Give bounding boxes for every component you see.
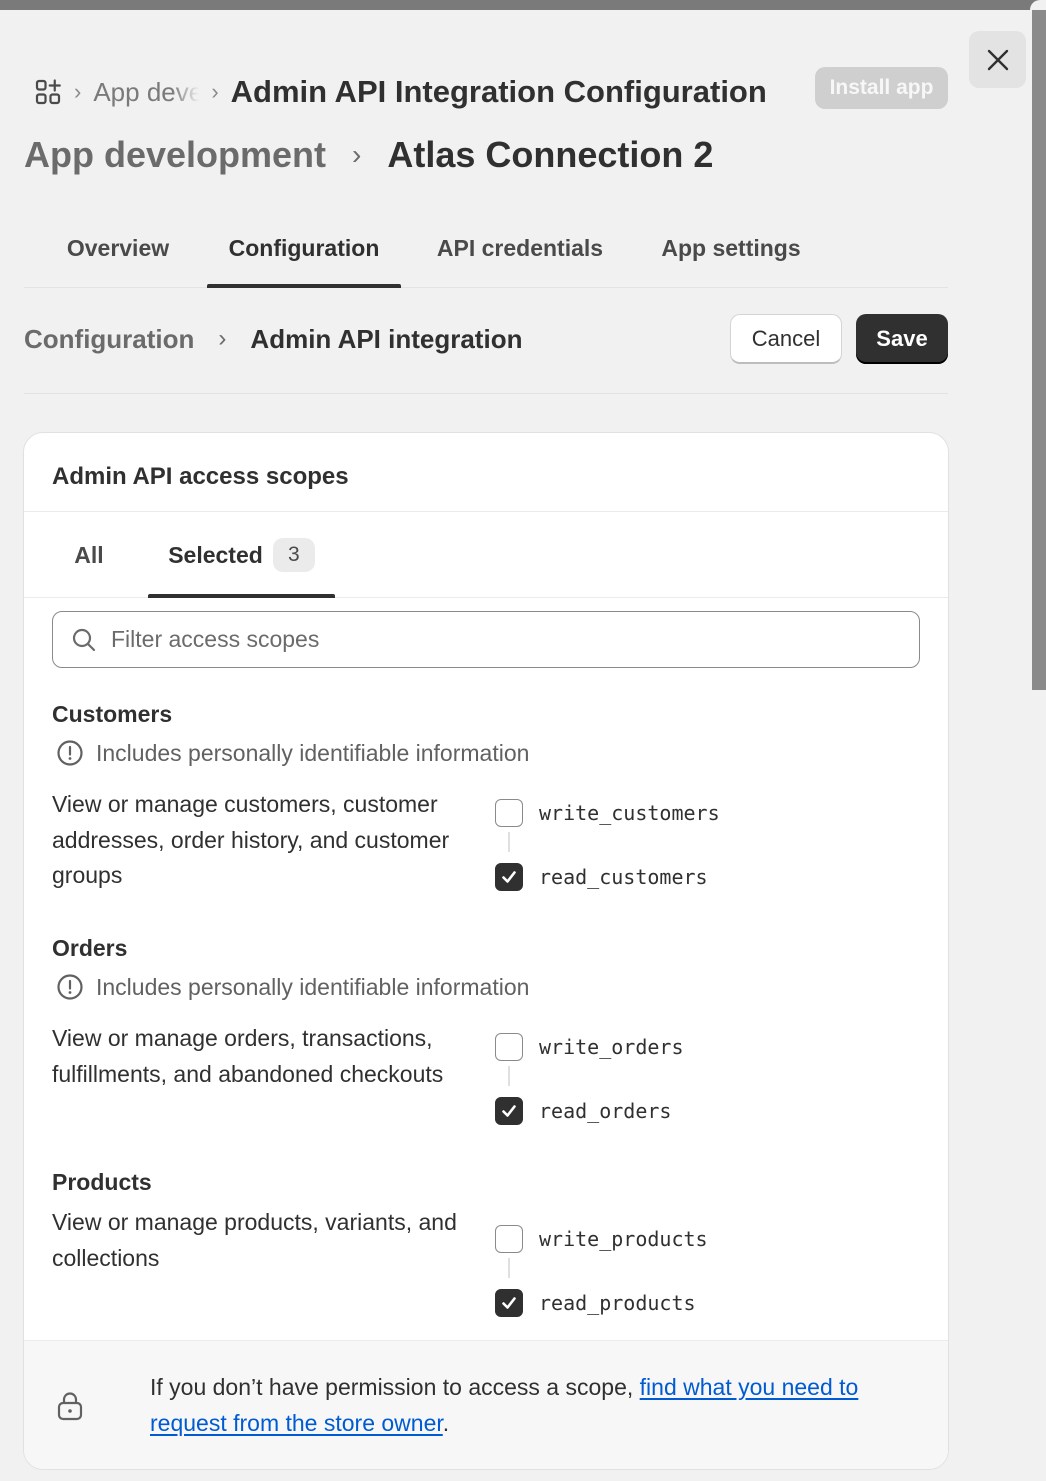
- title-parent-link[interactable]: App development: [24, 134, 326, 176]
- pii-notice: Includes personally identifiable informa…: [56, 739, 529, 767]
- tab-app-settings[interactable]: App settings: [642, 208, 820, 288]
- scope-tabs: All Selected 3: [24, 512, 948, 598]
- checkmark-icon: [502, 1105, 516, 1117]
- checkbox-checked[interactable]: [495, 1097, 523, 1125]
- scope-write-orders[interactable]: write_orders: [495, 1033, 684, 1061]
- section-header: Configuration › Admin API integration Ca…: [24, 314, 948, 394]
- tab-overview[interactable]: Overview: [42, 208, 194, 288]
- scope-read-products[interactable]: read_products: [495, 1289, 696, 1317]
- scope-section-customers: Customers Includes personally identifiab…: [52, 701, 912, 891]
- tab-selected[interactable]: Selected 3: [148, 512, 335, 598]
- chevron-right-icon: ›: [218, 325, 227, 352]
- install-app-button[interactable]: Install app: [815, 67, 948, 109]
- save-button[interactable]: Save: [856, 314, 948, 364]
- count-badge: 3: [272, 538, 315, 572]
- close-icon: [987, 49, 1008, 70]
- alert-circle-icon: [57, 740, 83, 766]
- scope-read-orders[interactable]: read_orders: [495, 1097, 671, 1125]
- window-corner: [1030, 0, 1046, 10]
- breadcrumb-previous[interactable]: App development: [93, 77, 199, 108]
- footer-text-end: .: [442, 1410, 450, 1436]
- section-description: View or manage products, variants, and c…: [52, 1209, 457, 1271]
- title-current: Atlas Connection 2: [387, 134, 714, 175]
- scope-section-products: Products View or manage products, varian…: [52, 1169, 912, 1319]
- footer-text-lead: If you don’t have permission to access a…: [150, 1374, 640, 1400]
- breadcrumb-current: Admin API Integration Configuration: [230, 74, 767, 109]
- pii-notice: Includes personally identifiable informa…: [56, 973, 529, 1001]
- card-title: Admin API access scopes: [52, 463, 349, 490]
- main-tabs: Overview Configuration API credentials A…: [24, 208, 948, 288]
- scope-section-orders: Orders Includes personally identifiable …: [52, 935, 912, 1125]
- tab-selected-label: Selected: [168, 541, 263, 568]
- section-description: View or manage orders, transactions, ful…: [52, 1025, 444, 1087]
- tab-api-credentials[interactable]: API credentials: [422, 208, 618, 288]
- app-grid-icon[interactable]: [34, 78, 62, 106]
- sub-breadcrumb-parent[interactable]: Configuration: [24, 324, 194, 355]
- close-button[interactable]: [969, 31, 1026, 88]
- scope-name: write_orders: [539, 1035, 684, 1059]
- checkmark-icon: [502, 871, 516, 883]
- cancel-button[interactable]: Cancel: [730, 314, 842, 364]
- alert-circle-icon: [57, 974, 83, 1000]
- scope-write-customers[interactable]: write_customers: [495, 799, 720, 827]
- search-placeholder: Filter access scopes: [111, 626, 320, 652]
- section-description: View or manage customers, customer addre…: [52, 791, 450, 888]
- window-top-bar: [0, 0, 1046, 10]
- scope-write-products[interactable]: write_products: [495, 1225, 708, 1253]
- search-icon: [72, 628, 96, 651]
- scope-name: write_customers: [539, 801, 720, 825]
- section-title: Products: [52, 1169, 152, 1195]
- scope-connector: [508, 1258, 510, 1278]
- section-title: Orders: [52, 935, 128, 961]
- checkbox-checked[interactable]: [495, 1289, 523, 1317]
- lock-icon: [57, 1392, 83, 1421]
- scope-name: write_products: [539, 1227, 708, 1251]
- checkbox-unchecked[interactable]: [495, 1225, 523, 1253]
- footer-text: If you don’t have permission to access a…: [150, 1369, 930, 1441]
- tab-configuration[interactable]: Configuration: [207, 208, 401, 288]
- pii-text: Includes personally identifiable informa…: [96, 973, 530, 1000]
- permission-footer: If you don’t have permission to access a…: [24, 1340, 948, 1469]
- scope-name: read_orders: [539, 1099, 672, 1123]
- checkbox-checked[interactable]: [495, 863, 523, 891]
- checkbox-unchecked[interactable]: [495, 1033, 523, 1061]
- checkbox-unchecked[interactable]: [495, 799, 523, 827]
- scope-read-customers[interactable]: read_customers: [495, 863, 708, 891]
- search-input[interactable]: Filter access scopes: [52, 611, 920, 668]
- section-title: Customers: [52, 701, 173, 727]
- tab-all-label: All: [74, 541, 104, 568]
- scope-connector: [508, 832, 510, 852]
- chevron-right-icon: ›: [211, 79, 219, 104]
- scope-name: read_products: [539, 1291, 696, 1315]
- sub-breadcrumb: Configuration › Admin API integration: [24, 314, 522, 364]
- page-title: App development › Atlas Connection 2: [24, 130, 713, 180]
- scope-name: read_customers: [539, 865, 708, 889]
- tab-all[interactable]: All: [52, 512, 126, 598]
- breadcrumb: › App development › Admin API Integratio…: [34, 70, 767, 114]
- chevron-right-icon: ›: [352, 139, 362, 170]
- chevron-right-icon: ›: [74, 79, 82, 104]
- checkmark-icon: [502, 1297, 516, 1309]
- access-scopes-card: Admin API access scopes All Selected 3 F…: [23, 432, 949, 1470]
- sub-breadcrumb-current: Admin API integration: [250, 323, 523, 354]
- scrollbar[interactable]: [1032, 10, 1046, 690]
- scope-connector: [508, 1066, 510, 1086]
- pii-text: Includes personally identifiable informa…: [96, 739, 530, 766]
